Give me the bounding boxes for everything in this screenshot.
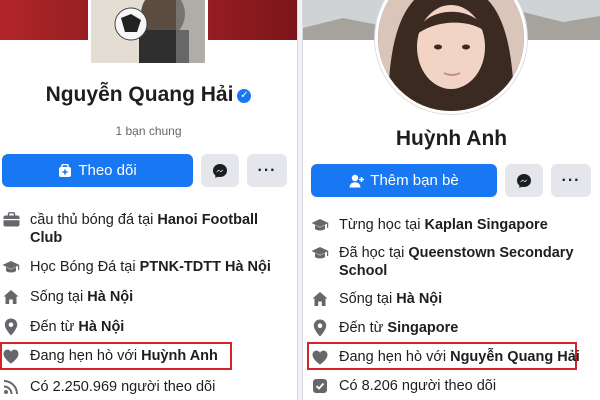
graduation-cap-icon (311, 216, 329, 234)
info-row-link[interactable]: Hà Nội (396, 291, 442, 307)
info-row-relationship: Đang hẹn hò với Nguyễn Quang Hải (311, 348, 597, 366)
verified-badge-icon: ✓ (237, 89, 252, 103)
info-row-label: Sống tại (339, 291, 397, 307)
info-row-label[interactable]: Có 8.206 người theo dõi (339, 377, 496, 395)
info-row-work: cầu thủ bóng đá tại Hanoi Football Club (2, 210, 294, 247)
info-row-link[interactable]: Huỳnh Anh (141, 348, 218, 364)
info-row-education: Từng học tại Kaplan Singapore (311, 216, 597, 234)
check-box-icon (311, 377, 329, 395)
add-friend-button-label: Thêm bạn bè (370, 172, 459, 189)
info-row-label: Đến từ (30, 319, 79, 335)
info-row-label: Đến từ (339, 320, 388, 336)
home-icon (311, 290, 329, 308)
info-row-from: Đến từ Hà Nội (2, 318, 294, 336)
add-friend-icon (349, 174, 365, 187)
more-options-icon: ··· (561, 171, 581, 189)
info-row-followers: Có 8.206 người theo dõi (311, 377, 597, 395)
info-row-relationship: Đang hẹn hò với Huỳnh Anh (2, 347, 294, 365)
briefcase-icon (2, 210, 20, 228)
heart-icon (2, 347, 20, 365)
graduation-cap-icon (311, 244, 329, 262)
info-row-education-secondary: Đã học tại Queenstown Secondary School (311, 244, 597, 280)
info-row-lives-in: Sống tại Hà Nội (311, 290, 597, 308)
info-row-label: cầu thủ bóng đá tại (30, 212, 158, 228)
info-row-followers: Có 2.250.969 người theo dõi (2, 378, 294, 396)
rss-icon (2, 378, 20, 396)
info-row-link[interactable]: Kaplan Singapore (424, 217, 547, 233)
info-row-label: Đang hẹn hò với (339, 349, 451, 365)
messenger-button[interactable] (505, 164, 543, 197)
messenger-icon (517, 173, 531, 188)
avatar[interactable] (88, 0, 208, 66)
follow-button-label: Theo dõi (78, 162, 137, 179)
info-row-label[interactable]: Có 2.250.969 người theo dõi (30, 378, 215, 396)
location-pin-icon (2, 318, 20, 336)
info-row-link[interactable]: Nguyễn Quang Hải (450, 349, 580, 365)
info-row-education: Học Bóng Đá tại PTNK-TDTT Hà Nội (2, 258, 294, 276)
profile-name: Huỳnh Anh (395, 127, 508, 150)
profile-panel-left: Nguyễn Quang Hải ✓ 1 bạn chung Theo dõi ·… (0, 0, 297, 400)
avatar[interactable] (375, 0, 527, 114)
info-row-link[interactable]: Hà Nội (87, 289, 133, 305)
home-icon (2, 288, 20, 306)
messenger-button[interactable] (201, 154, 239, 187)
follow-icon (59, 163, 72, 177)
info-row-lives-in: Sống tại Hà Nội (2, 288, 294, 306)
more-options-button[interactable]: ··· (551, 164, 591, 197)
profile-name-text: Nguyễn Quang Hải (45, 83, 234, 106)
info-row-label: Đã học tại (339, 245, 409, 261)
messenger-icon (213, 163, 227, 178)
info-row-link[interactable]: Singapore (387, 320, 458, 336)
location-pin-icon (311, 319, 329, 337)
info-row-label: Đang hẹn hò với (30, 348, 142, 364)
profile-panel-right: Huỳnh Anh Thêm bạn bè ··· Từng học tại K… (303, 0, 600, 400)
more-options-button[interactable]: ··· (247, 154, 287, 187)
info-row-label: Từng học tại (339, 217, 425, 233)
info-row-label: Sống tại (30, 289, 88, 305)
graduation-cap-icon (2, 258, 20, 276)
profile-name: Nguyễn Quang Hải ✓ (0, 83, 297, 107)
info-row-link[interactable]: Hà Nội (78, 319, 124, 335)
info-row-link[interactable]: PTNK-TDTT Hà Nội (140, 259, 271, 275)
info-row-from: Đến từ Singapore (311, 319, 597, 337)
heart-icon (311, 348, 329, 366)
mutual-friends[interactable]: 1 bạn chung (0, 124, 297, 138)
info-row-label: Học Bóng Đá tại (30, 259, 140, 275)
add-friend-button[interactable]: Thêm bạn bè (311, 164, 497, 197)
more-options-icon: ··· (257, 161, 277, 179)
follow-button[interactable]: Theo dõi (2, 154, 193, 187)
